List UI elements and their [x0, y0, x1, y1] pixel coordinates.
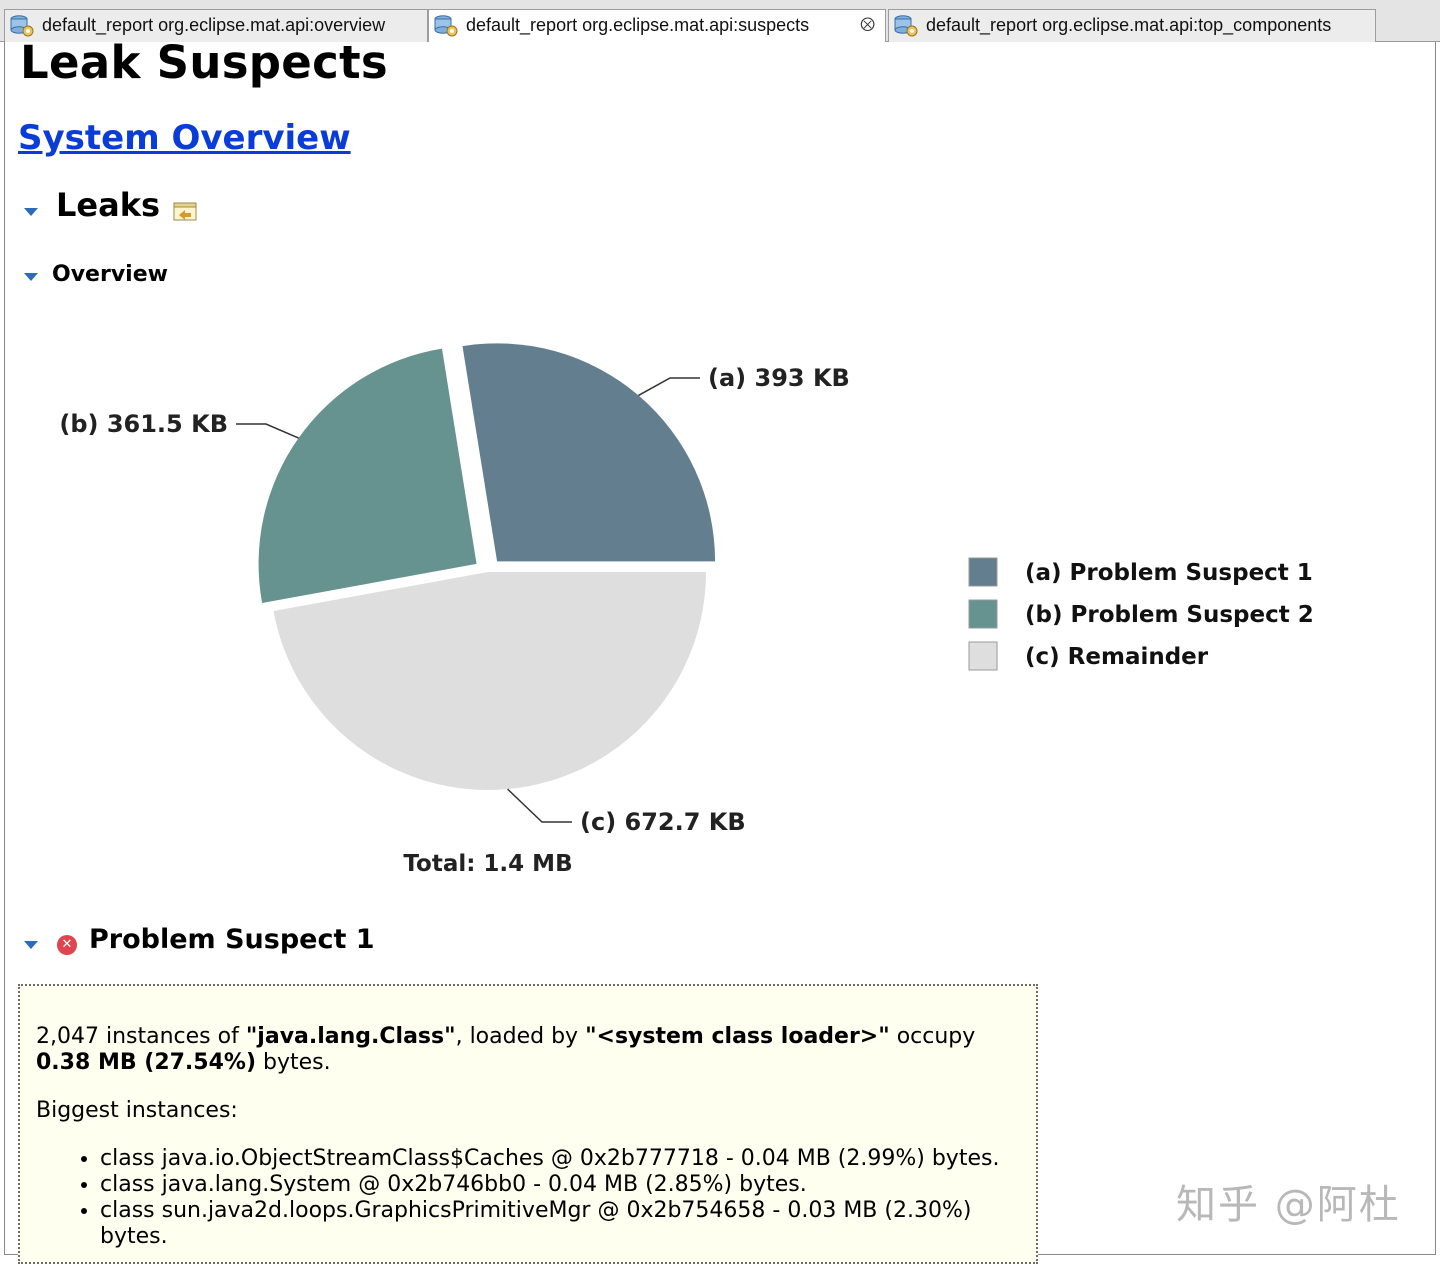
- suspect-summary: 2,047 instances of "java.lang.Class", lo…: [36, 1024, 1020, 1076]
- chart-total-label: Total: 1.4 MB: [403, 851, 572, 877]
- leaks-collapse-toggle-icon[interactable]: [24, 208, 38, 216]
- pie-slice-c: [273, 572, 706, 790]
- instance-count: 2,047: [36, 1024, 99, 1049]
- pie-slice-a: [462, 343, 716, 562]
- watermark: 知乎 @阿杜: [1176, 1182, 1401, 1228]
- overview-heading: Overview: [52, 262, 168, 287]
- heap-report-icon: [434, 15, 458, 37]
- list-item: class java.lang.System @ 0x2b746bb0 - 0.…: [100, 1172, 1020, 1198]
- problem-suspect-1-details: 2,047 instances of "java.lang.Class", lo…: [18, 984, 1038, 1264]
- tab-top-components[interactable]: default_report org.eclipse.mat.api:top_c…: [888, 9, 1376, 42]
- page-title: Leak Suspects: [20, 36, 388, 89]
- legend-swatch: [968, 557, 998, 587]
- slice-label: (a) 393 KB: [708, 364, 850, 392]
- summary-text: occupy: [889, 1024, 976, 1049]
- class-loader: "<system class loader>": [585, 1024, 890, 1049]
- overview-collapse-toggle-icon[interactable]: [24, 273, 38, 281]
- summary-text: instances of: [98, 1024, 246, 1049]
- pie-slices: [258, 343, 716, 790]
- pie-slice-b: [258, 348, 477, 603]
- error-icon: ✕: [57, 935, 77, 955]
- leak-pie-chart: (a) 393 KB (b) 361.5 KB (c) 672.7 KB (a) P…: [59, 343, 1314, 877]
- tab-label: default_report org.eclipse.mat.api:top_c…: [926, 15, 1332, 35]
- system-overview-link[interactable]: System Overview: [18, 118, 351, 158]
- heap-report-icon: [10, 15, 34, 37]
- legend-entry: (b) Problem Suspect 2: [1025, 602, 1314, 628]
- legend-swatch: [968, 599, 998, 629]
- list-item: class sun.java2d.loops.GraphicsPrimitive…: [100, 1198, 1020, 1250]
- legend-entry: (c) Remainder: [1025, 644, 1209, 670]
- summary-text: bytes.: [256, 1050, 331, 1075]
- suspect1-collapse-toggle-icon[interactable]: [24, 941, 38, 949]
- class-name: "java.lang.Class": [245, 1024, 456, 1049]
- list-item: class java.io.ObjectStreamClass$Caches @…: [100, 1146, 1020, 1172]
- legend-swatch: [968, 641, 998, 671]
- open-details-icon[interactable]: [173, 200, 198, 222]
- leader-line: [236, 423, 299, 439]
- tab-suspects[interactable]: default_report org.eclipse.mat.api:suspe…: [428, 9, 886, 42]
- biggest-instances-list: class java.io.ObjectStreamClass$Caches @…: [36, 1146, 1020, 1250]
- problem-suspect-1-heading: Problem Suspect 1: [89, 924, 375, 955]
- retained-size: 0.38 MB (27.54%): [36, 1050, 256, 1075]
- leader-line: [638, 377, 700, 397]
- tab-label: default_report org.eclipse.mat.api:suspe…: [466, 15, 810, 35]
- biggest-instances-label: Biggest instances:: [36, 1098, 238, 1123]
- summary-text: , loaded by: [455, 1024, 586, 1049]
- heap-report-icon: [894, 15, 918, 37]
- slice-label: (b) 361.5 KB: [59, 410, 228, 438]
- slice-label: (c) 672.7 KB: [580, 808, 746, 836]
- leaks-heading: Leaks: [56, 186, 161, 224]
- legend-entry: (a) Problem Suspect 1: [1025, 560, 1313, 586]
- close-icon[interactable]: ⮾: [860, 10, 875, 41]
- leader-line: [507, 788, 572, 823]
- chart-legend: (a) Problem Suspect 1 (b) Problem Suspect…: [968, 557, 1314, 671]
